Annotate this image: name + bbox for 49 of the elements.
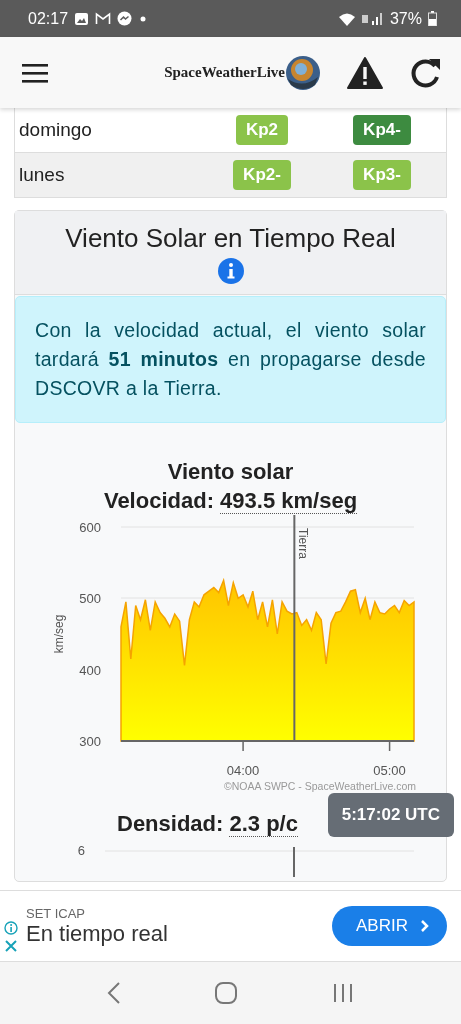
y-axis-label: km/seg bbox=[52, 614, 66, 654]
time-tooltip: 5:17:02 UTC bbox=[327, 793, 454, 837]
kp-badge: Kp4- bbox=[353, 115, 411, 145]
close-icon[interactable] bbox=[4, 939, 18, 953]
warning-icon[interactable] bbox=[347, 56, 383, 89]
kp-badge: Kp2 bbox=[235, 115, 289, 145]
y-tick-label: 500 bbox=[79, 591, 101, 607]
x-tick-label: 05:00 bbox=[373, 763, 406, 778]
speed-label: Velocidad: bbox=[103, 488, 214, 513]
card-title: Viento Solar en Tiempo Real bbox=[65, 223, 396, 254]
recents-icon[interactable] bbox=[331, 982, 354, 1004]
ad-banner[interactable]: SET ICAP En tiempo real ABRIR bbox=[0, 890, 461, 962]
home-icon[interactable] bbox=[215, 982, 238, 1004]
chevron-icon bbox=[420, 919, 429, 933]
ad-headline: En tiempo real bbox=[26, 920, 169, 947]
chat-icon bbox=[117, 11, 133, 26]
y-tick-label: 600 bbox=[79, 520, 101, 535]
speed-value: 493.5 km/seg bbox=[220, 488, 358, 514]
site-logo[interactable]: SpaceWeatherLive bbox=[164, 64, 285, 81]
day-label: lunes bbox=[19, 164, 66, 186]
info-icon[interactable] bbox=[217, 258, 244, 284]
mail-icon bbox=[95, 12, 112, 25]
status-time: 02:17 bbox=[28, 9, 69, 28]
y-tick-label: 400 bbox=[79, 662, 101, 678]
battery-percent: 37% bbox=[389, 9, 422, 28]
earth-marker-line bbox=[293, 846, 295, 877]
back-icon[interactable] bbox=[107, 981, 122, 1005]
menu-icon[interactable] bbox=[22, 62, 48, 83]
battery-icon bbox=[428, 11, 437, 26]
kp-badge: Kp2- bbox=[233, 160, 291, 190]
x-tick-label: 04:00 bbox=[226, 763, 260, 778]
density-label: Densidad: bbox=[117, 811, 224, 836]
y-tick-label: 6 bbox=[77, 843, 85, 858]
signal-icon bbox=[361, 11, 384, 26]
earth-marker-label: Tierra bbox=[296, 528, 311, 559]
kp-badge: Kp3- bbox=[353, 160, 411, 190]
gallery-icon bbox=[74, 11, 90, 26]
chart-credit: ©NOAA SWPC - SpaceWeatherLive.com bbox=[224, 780, 416, 792]
open-button[interactable]: ABRIR bbox=[332, 906, 447, 946]
ad-advertiser: SET ICAP bbox=[26, 905, 86, 921]
chart-title: Viento solar bbox=[166, 458, 295, 486]
day-label: domingo bbox=[19, 119, 93, 141]
propagation-alert: Con la velocidad actual, el viento solar tardará 51 minutos en propagarse desde DSCOVR a la Tierra. bbox=[15, 296, 446, 423]
info-icon[interactable] bbox=[4, 921, 18, 935]
density-value: 2.3 p/c bbox=[229, 811, 298, 837]
refresh-icon[interactable] bbox=[409, 56, 441, 89]
y-tick-label: 300 bbox=[79, 734, 101, 749]
wifi-icon bbox=[337, 11, 356, 26]
globe-icon bbox=[285, 54, 321, 91]
